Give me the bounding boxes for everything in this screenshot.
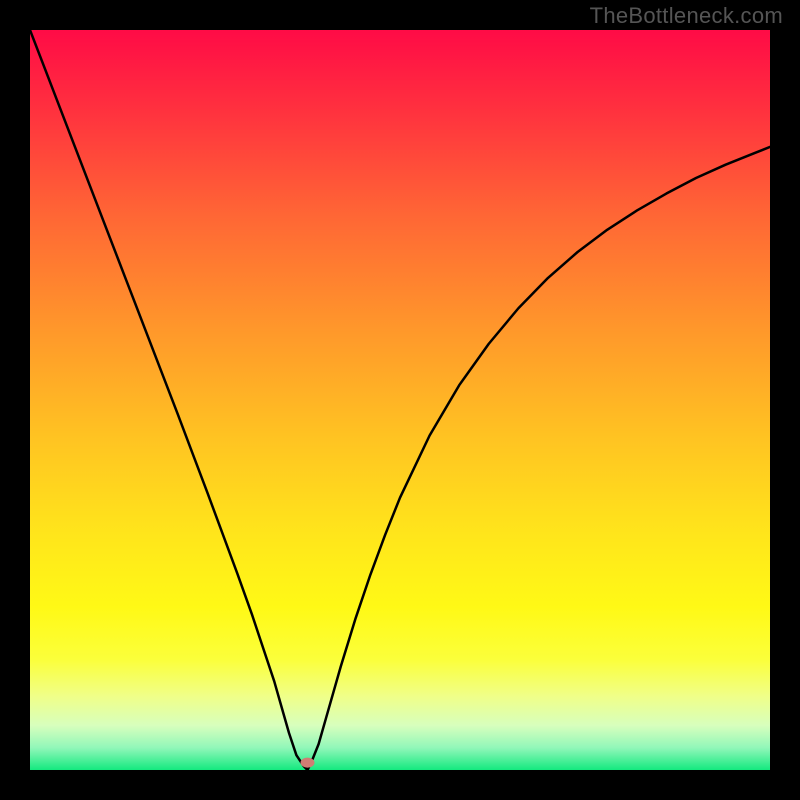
- plot-area: [30, 30, 770, 770]
- bottleneck-chart: [30, 30, 770, 770]
- watermark-text: TheBottleneck.com: [590, 3, 783, 29]
- chart-container: TheBottleneck.com: [0, 0, 800, 800]
- gradient-background: [30, 30, 770, 770]
- minimum-marker: [301, 758, 315, 768]
